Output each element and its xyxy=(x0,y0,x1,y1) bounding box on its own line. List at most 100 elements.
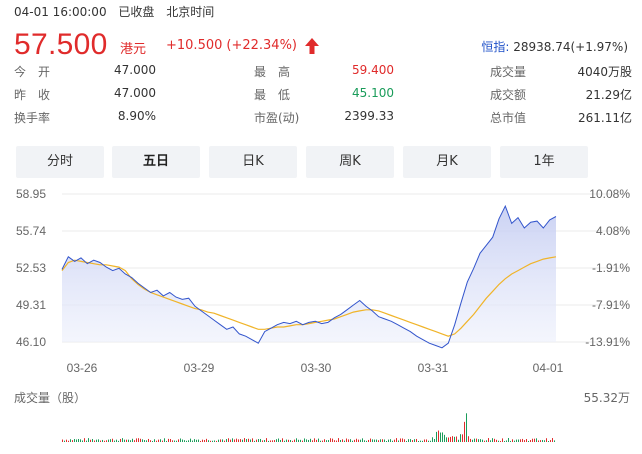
volume-bar xyxy=(340,439,341,442)
tab-weekly-k[interactable]: 周K xyxy=(306,146,394,178)
volume-bar xyxy=(418,440,419,442)
tab-daily-k[interactable]: 日K xyxy=(209,146,297,178)
price-chart-svg: 58.95 55.74 52.53 49.31 46.10 10.08% 4.08% -1.… xyxy=(16,187,630,442)
volume-bar xyxy=(452,436,453,442)
volume-bar xyxy=(440,432,441,442)
volume-bar xyxy=(106,440,107,442)
volume-bar xyxy=(500,440,501,442)
volume-bar xyxy=(536,438,537,442)
volume-bar xyxy=(282,438,283,442)
volume-bar xyxy=(120,438,121,442)
volume-bar xyxy=(112,438,113,442)
volume-bar xyxy=(62,439,63,442)
hsi-index[interactable]: 恒指: 28938.74(+1.97%) xyxy=(481,38,628,55)
volume-bar xyxy=(216,440,217,442)
volume-bar xyxy=(396,438,397,442)
volume-bar xyxy=(260,438,261,442)
volume-bar xyxy=(494,438,495,442)
volume-bar xyxy=(334,440,335,442)
volume-bar xyxy=(298,439,299,442)
volume-bar xyxy=(178,439,179,442)
volume-label: 成交量 xyxy=(490,65,527,79)
change-amount: +10.500 xyxy=(166,38,223,53)
y-tick-label-right: -7.91% xyxy=(592,298,630,312)
volume-bar xyxy=(148,438,149,442)
volume-bar xyxy=(90,439,91,442)
volume-bar xyxy=(262,440,263,442)
volume-bar xyxy=(462,434,463,442)
hsi-index-name[interactable]: 恒指: xyxy=(481,40,509,54)
volume-bar xyxy=(480,439,481,442)
volume-bar xyxy=(488,438,489,442)
volume-bar xyxy=(468,436,469,442)
tab-intraday[interactable]: 分时 xyxy=(16,146,104,178)
volume-bar xyxy=(358,439,359,442)
volume-bar xyxy=(190,438,191,442)
low-value: 45.100 xyxy=(352,86,394,100)
quote-header: 57.500 港元 +10.500 (+22.34%) 恒指: 28938.74(… xyxy=(14,28,634,62)
volume-bar xyxy=(476,438,477,442)
volume-bar xyxy=(92,438,93,442)
volume-bar xyxy=(168,438,169,442)
volume-bar xyxy=(192,440,193,442)
y-axis-left-ticks: 58.95 55.74 52.53 49.31 46.10 xyxy=(16,187,46,349)
volume-bar xyxy=(70,439,71,442)
high-value: 59.400 xyxy=(352,63,394,77)
volume-bar xyxy=(426,439,427,442)
volume-bar xyxy=(174,440,175,442)
volume-bar xyxy=(74,439,75,442)
currency-label: 港元 xyxy=(120,42,147,57)
volume-bar xyxy=(170,439,171,442)
volume-bar xyxy=(288,439,289,442)
x-tick-label: 03-29 xyxy=(184,361,215,375)
volume-bar xyxy=(364,440,365,442)
open-label: 今开 xyxy=(14,65,63,79)
volume-bar xyxy=(270,440,271,442)
volume-bar xyxy=(146,440,147,442)
volume-bar xyxy=(80,439,81,442)
volume-bar xyxy=(324,439,325,442)
volume-bar xyxy=(196,439,197,442)
volume-bar xyxy=(554,440,555,442)
volume-bar xyxy=(144,440,145,442)
volume-bar xyxy=(194,439,195,442)
volume-bar xyxy=(466,413,467,442)
volume-bar xyxy=(266,438,267,442)
volume-bar xyxy=(188,440,189,442)
volume-bar xyxy=(158,439,159,442)
volume-bar xyxy=(278,438,279,442)
prev-close-value: 47.000 xyxy=(114,86,156,100)
volume-bar xyxy=(474,438,475,442)
volume-bar xyxy=(464,421,465,442)
volume-bar xyxy=(526,439,527,442)
tab-monthly-k[interactable]: 月K xyxy=(403,146,491,178)
volume-bar xyxy=(256,439,257,442)
volume-bar xyxy=(214,440,215,442)
volume-bar xyxy=(534,438,535,442)
volume-bar xyxy=(434,438,435,442)
volume-bar xyxy=(242,439,243,442)
volume-bar xyxy=(140,438,141,442)
y-tick-label-left: 49.31 xyxy=(16,298,46,312)
stats-row-1: 今开 47.000 最高 59.400 成交量 4040万股 xyxy=(14,63,634,83)
five-day-chart[interactable]: 58.95 55.74 52.53 49.31 46.10 10.08% 4.08% -1.… xyxy=(0,180,642,454)
volume-bar xyxy=(88,438,89,442)
y-tick-label-left: 52.53 xyxy=(16,261,46,275)
volume-bar xyxy=(514,440,515,442)
volume-bar xyxy=(372,439,373,442)
volume-bar xyxy=(314,438,315,442)
volume-bar xyxy=(264,440,265,442)
trade-status-bar: 04-01 16:00:00 已收盘 北京时间 xyxy=(14,3,222,20)
volume-bar xyxy=(444,434,445,442)
price-area-fill xyxy=(62,206,556,348)
volume-bar xyxy=(456,436,457,442)
tab-one-year[interactable]: 1年 xyxy=(500,146,588,178)
volume-bar xyxy=(328,440,329,442)
volume-bar xyxy=(410,439,411,442)
tab-five-day[interactable]: 五日 xyxy=(112,146,200,178)
volume-bar xyxy=(388,439,389,442)
volume-bar xyxy=(326,440,327,442)
volume-bar xyxy=(292,440,293,442)
volume-bar xyxy=(234,439,235,442)
volume-bar xyxy=(470,438,471,442)
